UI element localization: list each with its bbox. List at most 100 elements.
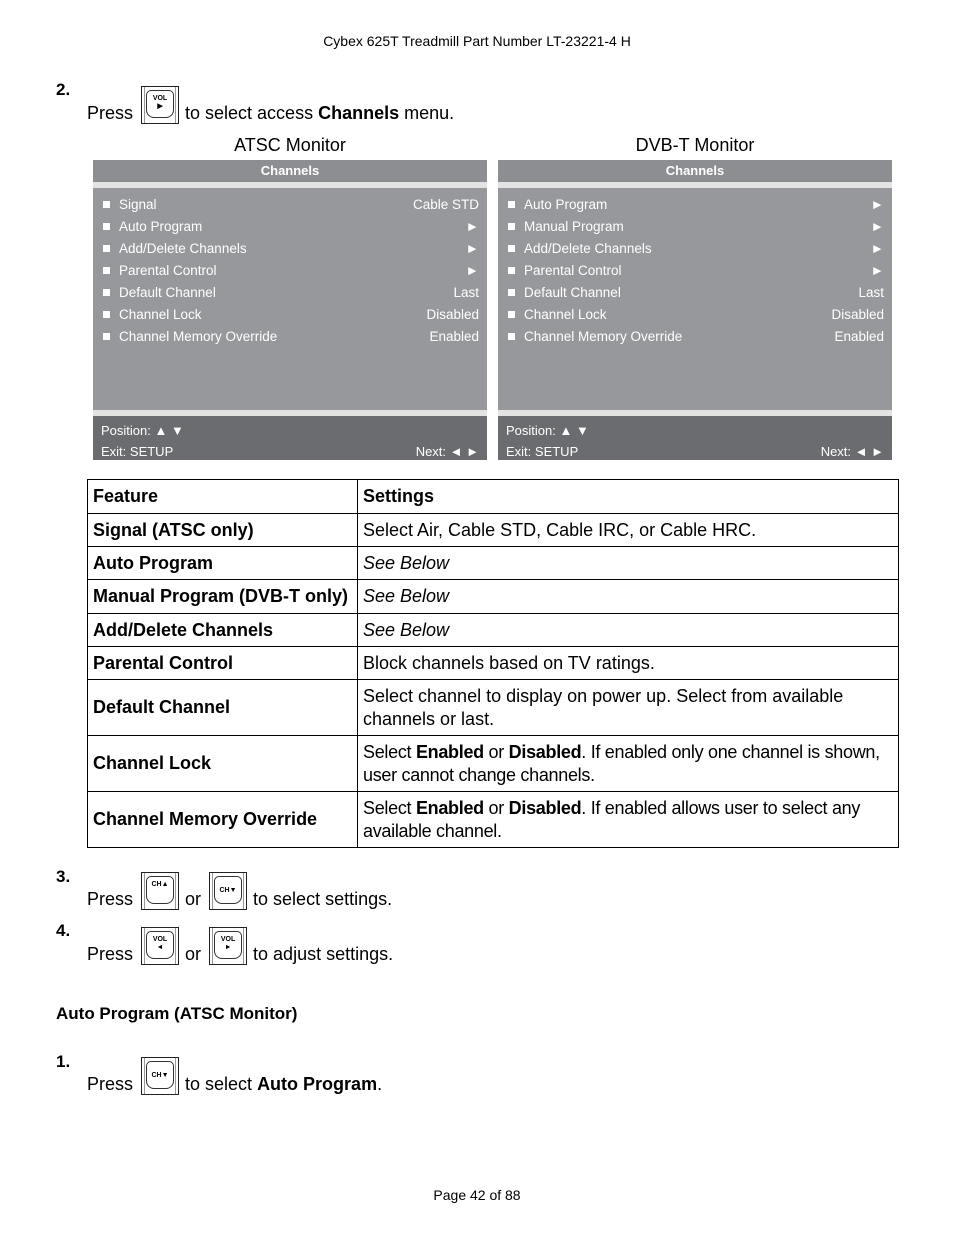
step-instruction: Press CH▼ to select Auto Program.: [87, 1057, 382, 1095]
menu-item-manual-program[interactable]: Manual Program ►: [498, 215, 892, 237]
key-label: VOL: [152, 95, 168, 102]
position-hint: Position: ▲ ▼: [506, 423, 589, 438]
menu-item-value: Enabled: [834, 328, 884, 344]
feature-cell: Auto Program: [87, 546, 358, 580]
table-row: Signal (ATSC only) Select Air, Cable STD…: [87, 513, 899, 547]
position-hint: Position: ▲ ▼: [101, 423, 184, 438]
menu-item-add-delete-channels[interactable]: Add/Delete Channels ►: [93, 237, 487, 259]
key-label: CH▼: [219, 887, 237, 894]
press-label: Press: [87, 889, 134, 909]
section-heading: Auto Program (ATSC Monitor): [56, 1004, 298, 1023]
menu-item-label: Default Channel: [119, 284, 216, 300]
menu-body: Auto Program ► Manual Program ► Add/Delete…: [498, 188, 892, 410]
menu-item-value: Disabled: [426, 306, 479, 322]
bullet-icon: [508, 244, 515, 252]
key-arrow: ▶: [157, 103, 163, 110]
dvbt-monitor-title: DVB-T Monitor: [635, 135, 755, 155]
menu-item-channel-memory-override[interactable]: Channel Memory Override Enabled: [93, 325, 487, 347]
key-label: CH▼: [151, 1072, 169, 1079]
feature-settings-table: Feature Settings Signal (ATSC only) Sele…: [87, 479, 899, 848]
step-instruction: Press VOL ◄ or VOL ► to adjust settings.: [87, 927, 393, 965]
key-label: VOL: [152, 936, 168, 943]
menu-footer: Position: ▲ ▼ Exit: SETUP Next: ◄ ►: [93, 416, 487, 460]
instruction-text: to select settings.: [253, 889, 393, 909]
bullet-icon: [103, 288, 110, 296]
instruction-bold: Auto Program: [257, 1074, 378, 1094]
bullet-icon: [103, 244, 110, 252]
bullet-icon: [103, 222, 110, 230]
press-label: Press: [87, 1074, 134, 1094]
table-header-row: Feature Settings: [87, 479, 899, 514]
settings-text: Select: [363, 741, 416, 762]
step-instruction: Press VOL ▶ to select access Channels men…: [87, 86, 454, 124]
menu-item-label: Auto Program: [119, 218, 203, 234]
key-label: CH▲: [151, 881, 169, 888]
settings-text: or: [483, 797, 509, 818]
menu-item-default-channel[interactable]: Default Channel Last: [498, 281, 892, 303]
settings-cell: Select channel to display on power up. S…: [357, 679, 899, 736]
bullet-icon: [508, 310, 515, 318]
menu-item-parental-control[interactable]: Parental Control ►: [498, 259, 892, 281]
feature-cell: Default Channel: [87, 679, 358, 736]
table-row: Default Channel Select channel to displa…: [87, 679, 899, 736]
menu-item-label: Add/Delete Channels: [119, 240, 247, 256]
step-number: 1.: [56, 1052, 71, 1071]
instruction-text-end: .: [377, 1074, 383, 1094]
menu-item-channel-lock[interactable]: Channel Lock Disabled: [498, 303, 892, 325]
exit-hint: Exit: SETUP: [506, 444, 579, 459]
atsc-monitor-title: ATSC Monitor: [234, 135, 346, 155]
menu-body: Signal Cable STD Auto Program ► Add/Delete…: [93, 188, 487, 410]
bullet-icon: [508, 222, 515, 230]
menu-item-value: Last: [453, 284, 479, 300]
atsc-channels-menu: Channels Signal Cable STD Auto Program ► A…: [93, 160, 487, 460]
bullet-icon: [103, 310, 110, 318]
channel-down-key-icon: CH▼: [141, 1057, 180, 1095]
next-hint: Next: ◄ ►: [415, 444, 479, 459]
menu-item-label: Manual Program: [524, 218, 624, 234]
step-instruction: Press CH▲ or CH▼ to select settings.: [87, 872, 392, 910]
menu-item-channel-memory-override[interactable]: Channel Memory Override Enabled: [498, 325, 892, 347]
document-header: Cybex 625T Treadmill Part Number LT-2322…: [323, 33, 631, 49]
settings-bold: Disabled: [508, 741, 582, 762]
table-row: Add/Delete Channels See Below: [87, 613, 899, 647]
arrow-right-icon: ►: [465, 262, 479, 278]
feature-cell: Manual Program (DVB-T only): [87, 579, 358, 614]
or-label: or: [185, 944, 202, 964]
menu-item-label: Add/Delete Channels: [524, 240, 652, 256]
menu-item-auto-program[interactable]: Auto Program ►: [93, 215, 487, 237]
settings-cell: See Below: [357, 613, 899, 647]
settings-cell: See Below: [357, 546, 899, 580]
settings-text: or: [483, 741, 509, 762]
feature-cell: Parental Control: [87, 646, 358, 680]
column-header-feature: Feature: [87, 479, 358, 514]
menu-item-parental-control[interactable]: Parental Control ►: [93, 259, 487, 281]
bullet-icon: [103, 266, 110, 274]
vol-right-key-icon: VOL ►: [209, 927, 248, 965]
settings-text: See Below: [363, 619, 450, 640]
instruction-bold: Channels: [318, 103, 400, 123]
next-hint: Next: ◄ ►: [820, 444, 884, 459]
key-label: VOL: [220, 936, 236, 943]
menu-item-auto-program[interactable]: Auto Program ►: [498, 193, 892, 215]
menu-item-label: Channel Memory Override: [119, 328, 278, 344]
menu-footer: Position: ▲ ▼ Exit: SETUP Next: ◄ ►: [498, 416, 892, 460]
menu-title: Channels: [93, 160, 487, 182]
menu-item-channel-lock[interactable]: Channel Lock Disabled: [93, 303, 487, 325]
menu-item-add-delete-channels[interactable]: Add/Delete Channels ►: [498, 237, 892, 259]
menu-item-signal[interactable]: Signal Cable STD: [93, 193, 487, 215]
menu-item-default-channel[interactable]: Default Channel Last: [93, 281, 487, 303]
menu-item-value: Enabled: [429, 328, 479, 344]
vol-left-key-icon: VOL ◄: [141, 927, 180, 965]
feature-cell: Channel Memory Override: [87, 791, 358, 848]
settings-bold: Disabled: [508, 797, 582, 818]
menu-item-value: Disabled: [831, 306, 884, 322]
or-label: or: [185, 889, 202, 909]
dvbt-channels-menu: Channels Auto Program ► Manual Program ► A…: [498, 160, 892, 460]
press-label: Press: [87, 944, 134, 964]
arrow-right-icon: ►: [870, 240, 884, 256]
settings-bold: Enabled: [415, 797, 484, 818]
menu-item-value: Cable STD: [412, 196, 479, 212]
menu-item-label: Auto Program: [524, 196, 608, 212]
bullet-icon: [508, 288, 515, 296]
table-row: Channel Lock Select Enabled or Disabled.…: [87, 735, 899, 792]
